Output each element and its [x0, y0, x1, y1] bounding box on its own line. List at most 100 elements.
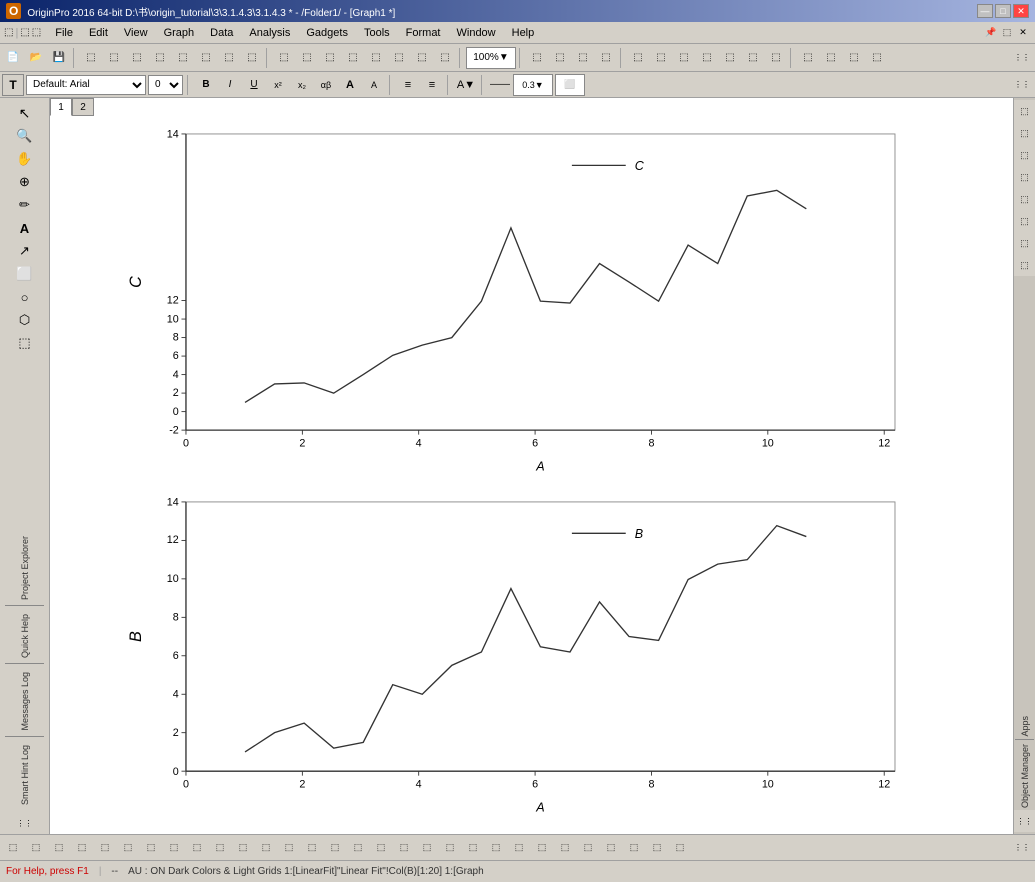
tb-btn-24[interactable]: ⬚	[627, 47, 649, 69]
project-explorer-label[interactable]: Project Explorer	[20, 532, 30, 604]
messages-log-label[interactable]: Messages Log	[20, 668, 30, 735]
tb-btn-5[interactable]: ⬚	[103, 47, 125, 69]
tb-btn-10[interactable]: ⬚	[218, 47, 240, 69]
right-panel-btn-5[interactable]: ⬚	[1014, 188, 1035, 210]
tb-btn-22[interactable]: ⬚	[572, 47, 594, 69]
right-panel-btn-6[interactable]: ⬚	[1014, 210, 1035, 232]
bt-btn-2[interactable]: ⬚	[25, 837, 47, 859]
italic-button[interactable]: I	[219, 74, 241, 96]
minimize-button[interactable]: —	[977, 4, 993, 18]
bt-btn-14[interactable]: ⬚	[301, 837, 323, 859]
menu-window[interactable]: Window	[449, 25, 504, 41]
tb-btn-8[interactable]: ⬚	[172, 47, 194, 69]
font-size-up[interactable]: A	[339, 74, 361, 96]
bt-btn-29[interactable]: ⬚	[646, 837, 668, 859]
menu-restore[interactable]: ⬚	[999, 25, 1015, 41]
bold-button[interactable]: B	[195, 74, 217, 96]
tb-btn-20[interactable]: ⬚	[526, 47, 548, 69]
bt-btn-19[interactable]: ⬚	[416, 837, 438, 859]
tb-open[interactable]: 📂	[25, 47, 47, 69]
tb-btn-32[interactable]: ⬚	[820, 47, 842, 69]
tool-zoom[interactable]: 🔍	[14, 125, 36, 147]
graph-tab-2[interactable]: 2	[72, 98, 94, 116]
apps-label[interactable]: Apps	[1020, 714, 1030, 739]
tool-region[interactable]: ⬚	[14, 332, 36, 354]
sidebar-grip[interactable]: ⋮⋮	[14, 812, 36, 834]
smart-hint-label[interactable]: Smart Hint Log	[20, 741, 30, 809]
tb-btn-15[interactable]: ⬚	[342, 47, 364, 69]
tool-polygon[interactable]: ⬡	[14, 309, 36, 331]
bt-btn-11[interactable]: ⬚	[232, 837, 254, 859]
bt-btn-17[interactable]: ⬚	[370, 837, 392, 859]
tb-btn-18[interactable]: ⬚	[411, 47, 433, 69]
menu-pin[interactable]: 📌	[983, 25, 999, 41]
bt-btn-3[interactable]: ⬚	[48, 837, 70, 859]
font-size-down[interactable]: A	[363, 74, 385, 96]
tool-circle[interactable]: ○	[14, 286, 36, 308]
line-width-box[interactable]: 0.3▼	[513, 74, 553, 96]
menu-close-x[interactable]: ✕	[1015, 25, 1031, 41]
tb-btn-29[interactable]: ⬚	[742, 47, 764, 69]
greek-button[interactable]: αβ	[315, 74, 337, 96]
right-panel-btn-4[interactable]: ⬚	[1014, 166, 1035, 188]
menu-gadgets[interactable]: Gadgets	[298, 25, 356, 41]
font-selector[interactable]: Default: Arial	[26, 75, 146, 95]
bt-btn-21[interactable]: ⬚	[462, 837, 484, 859]
object-manager-label[interactable]: Object Manager	[1020, 742, 1030, 810]
menu-edit[interactable]: Edit	[81, 25, 116, 41]
right-panel-btn-8[interactable]: ⬚	[1014, 254, 1035, 276]
bt-btn-15[interactable]: ⬚	[324, 837, 346, 859]
menu-help[interactable]: Help	[504, 25, 543, 41]
bt-btn-10[interactable]: ⬚	[209, 837, 231, 859]
tb-btn-17[interactable]: ⬚	[388, 47, 410, 69]
tb-btn-19[interactable]: ⬚	[434, 47, 456, 69]
tb-zoom-box[interactable]: 100%▼	[466, 47, 516, 69]
bt-btn-26[interactable]: ⬚	[577, 837, 599, 859]
underline-button[interactable]: U	[243, 74, 265, 96]
tool-arrow[interactable]: ↗	[14, 240, 36, 262]
bt-btn-5[interactable]: ⬚	[94, 837, 116, 859]
tb-btn-23[interactable]: ⬚	[595, 47, 617, 69]
tool-pan[interactable]: ✋	[14, 148, 36, 170]
tb-btn-9[interactable]: ⬚	[195, 47, 217, 69]
menu-format[interactable]: Format	[398, 25, 449, 41]
tb-btn-13[interactable]: ⬚	[296, 47, 318, 69]
bt-btn-16[interactable]: ⬚	[347, 837, 369, 859]
bt-btn-13[interactable]: ⬚	[278, 837, 300, 859]
bt-btn-30[interactable]: ⬚	[669, 837, 691, 859]
bt-btn-18[interactable]: ⬚	[393, 837, 415, 859]
menu-tools[interactable]: Tools	[356, 25, 398, 41]
bt-btn-4[interactable]: ⬚	[71, 837, 93, 859]
bt-btn-12[interactable]: ⬚	[255, 837, 277, 859]
right-panel-btn-3[interactable]: ⬚	[1014, 144, 1035, 166]
tb-btn-6[interactable]: ⬚	[126, 47, 148, 69]
bt-btn-6[interactable]: ⬚	[117, 837, 139, 859]
bt-btn-27[interactable]: ⬚	[600, 837, 622, 859]
fill-box[interactable]: ⬜	[555, 74, 585, 96]
right-panel-btn-1[interactable]: ⬚	[1014, 100, 1035, 122]
line-btn[interactable]: ——	[489, 74, 511, 96]
tb-btn-27[interactable]: ⬚	[696, 47, 718, 69]
tb-btn-7[interactable]: ⬚	[149, 47, 171, 69]
right-grip[interactable]: ⋮⋮	[1014, 810, 1035, 832]
tb-btn-16[interactable]: ⬚	[365, 47, 387, 69]
tb-btn-26[interactable]: ⬚	[673, 47, 695, 69]
bt-btn-1[interactable]: ⬚	[2, 837, 24, 859]
tb-new[interactable]: 📄	[2, 47, 24, 69]
align-left[interactable]: ≡	[397, 74, 419, 96]
bt-btn-23[interactable]: ⬚	[508, 837, 530, 859]
tb-btn-28[interactable]: ⬚	[719, 47, 741, 69]
menu-analysis[interactable]: Analysis	[241, 25, 298, 41]
bt-btn-25[interactable]: ⬚	[554, 837, 576, 859]
superscript-button[interactable]: x²	[267, 74, 289, 96]
bt-btn-20[interactable]: ⬚	[439, 837, 461, 859]
right-panel-btn-2[interactable]: ⬚	[1014, 122, 1035, 144]
tb-btn-30[interactable]: ⬚	[765, 47, 787, 69]
tb-btn-11[interactable]: ⬚	[241, 47, 263, 69]
bt-btn-22[interactable]: ⬚	[485, 837, 507, 859]
tb-btn-33[interactable]: ⬚	[843, 47, 865, 69]
bt-btn-8[interactable]: ⬚	[163, 837, 185, 859]
graph-tab-1[interactable]: 1	[50, 98, 72, 116]
tool-crosshair[interactable]: ⊕	[14, 171, 36, 193]
tb-btn-31[interactable]: ⬚	[797, 47, 819, 69]
